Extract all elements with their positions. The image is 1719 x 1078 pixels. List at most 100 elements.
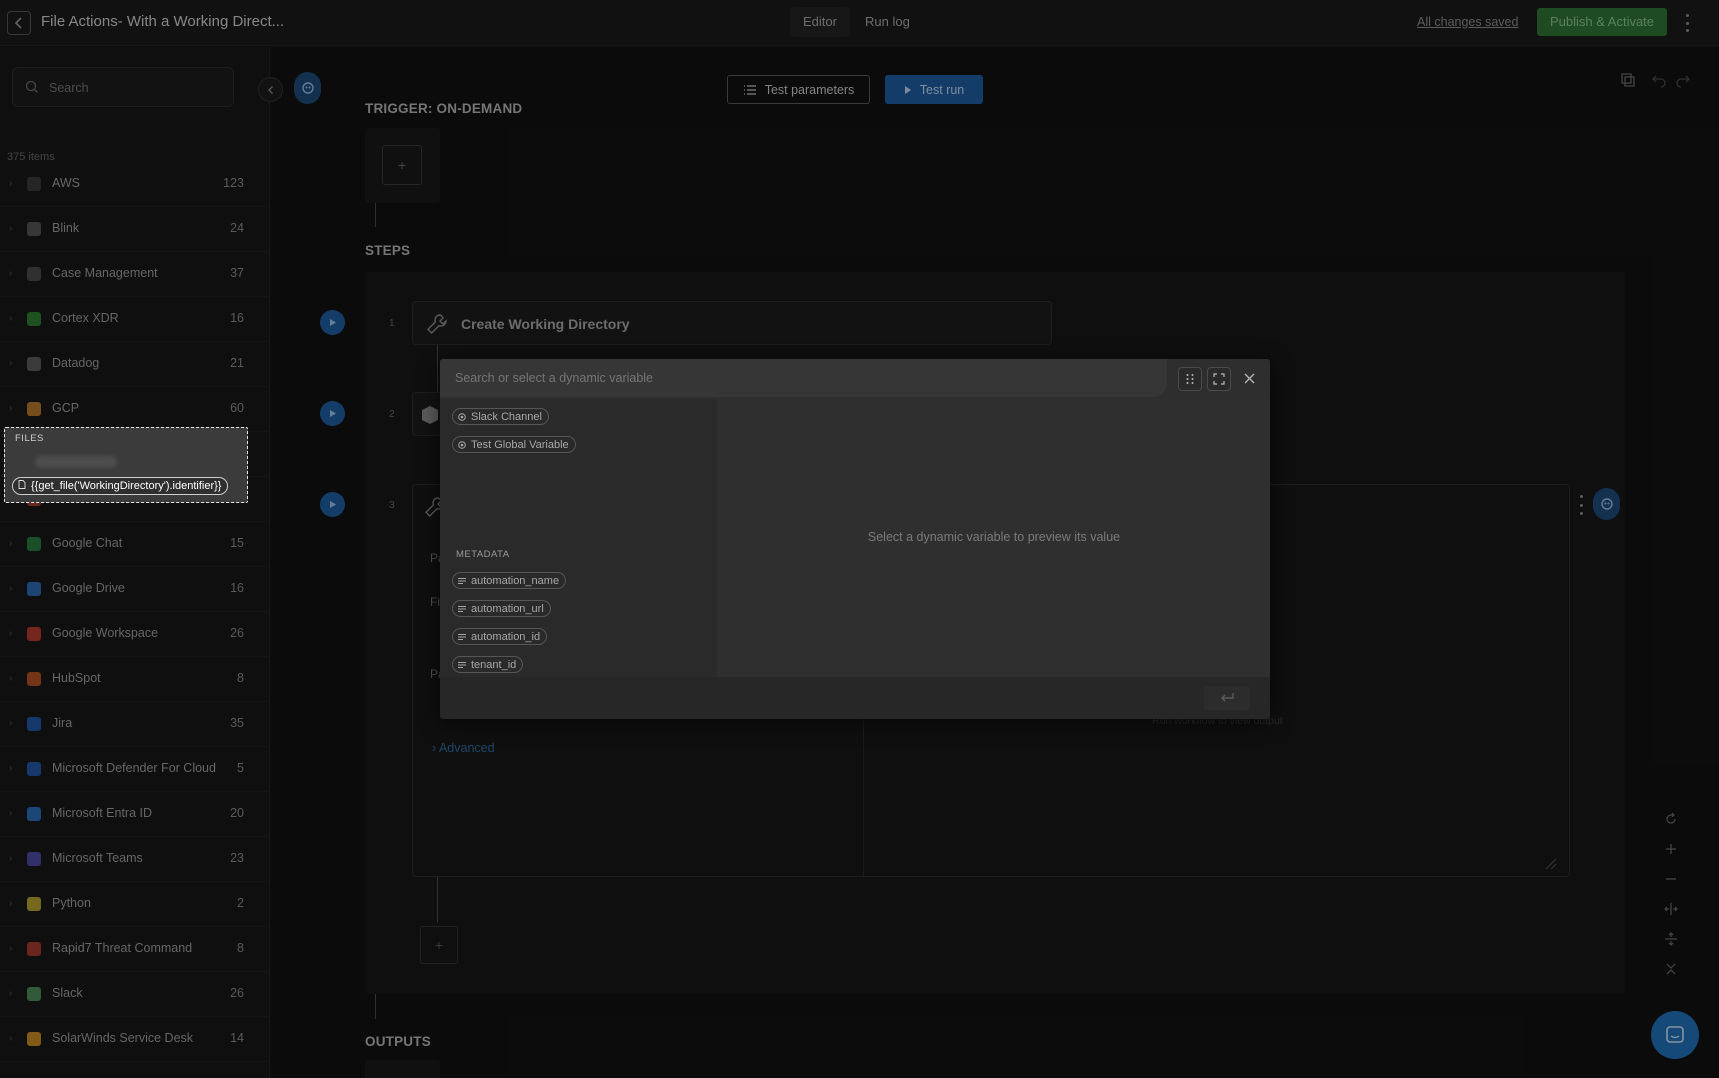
zoom-in-icon[interactable]: [1660, 838, 1682, 860]
more-options-icon[interactable]: [1682, 12, 1692, 34]
variable-label: Slack Channel: [471, 410, 542, 423]
tab-editor[interactable]: Editor: [790, 7, 850, 37]
tab-run-log[interactable]: Run log: [852, 7, 923, 37]
run-step-2-button[interactable]: [320, 401, 345, 426]
chevron-right-icon[interactable]: ›: [9, 673, 12, 684]
chevron-right-icon[interactable]: ›: [9, 583, 12, 594]
chat-icon: [1666, 1026, 1684, 1043]
sidebar-item[interactable]: › Google Drive 16: [0, 567, 270, 612]
sidebar-item[interactable]: › Jira 35: [0, 702, 270, 747]
file-identifier-chip[interactable]: {{get_file('WorkingDirectory').identifie…: [12, 477, 229, 495]
sidebar-item[interactable]: › Microsoft Teams 23: [0, 837, 270, 882]
defender-icon: [27, 762, 41, 776]
zoom-out-icon[interactable]: [1660, 868, 1682, 890]
text-lines-icon: [458, 605, 466, 613]
sidebar-item[interactable]: › Python 2: [0, 882, 270, 927]
collapse-sidebar-button[interactable]: [258, 77, 283, 102]
chevron-right-icon[interactable]: ›: [9, 943, 12, 954]
jira-icon: [27, 717, 41, 731]
sidebar-item[interactable]: › Slack 26: [0, 972, 270, 1017]
run-step-1-button[interactable]: [320, 310, 345, 335]
chevron-right-icon[interactable]: ›: [9, 313, 12, 324]
copy-icon[interactable]: [1617, 69, 1639, 91]
undo-icon[interactable]: [1648, 69, 1670, 91]
chevron-right-icon[interactable]: ›: [9, 358, 12, 369]
chevron-right-icon[interactable]: ›: [9, 988, 12, 999]
chevron-right-icon[interactable]: ›: [9, 898, 12, 909]
chevron-right-icon[interactable]: ›: [9, 853, 12, 864]
collapse-all-icon[interactable]: [1660, 958, 1682, 980]
expand-button[interactable]: [1207, 367, 1231, 391]
sidebar-item-count: 21: [230, 356, 244, 370]
sidebar-item[interactable]: › Microsoft Defender For Cloud 5: [0, 747, 270, 792]
sidebar-item[interactable]: › Google Workspace 26: [0, 612, 270, 657]
sidebar-item[interactable]: › Datadog 21: [0, 342, 270, 387]
integrations-sidebar: 375 items ›AWS123›Blink24›Case Managemen…: [0, 47, 270, 1078]
step-card[interactable]: Create Working Directory: [412, 301, 1052, 345]
chevron-right-icon[interactable]: ›: [9, 538, 12, 549]
sidebar-item-count: 26: [230, 626, 244, 640]
metadata-chip[interactable]: automation_url: [452, 600, 551, 617]
advanced-label: Advanced: [438, 741, 495, 755]
sidebar-item[interactable]: › Cortex XDR 16: [0, 297, 270, 342]
test-parameters-button[interactable]: Test parameters: [727, 75, 870, 104]
search-icon: [25, 80, 38, 93]
run-step-3-button[interactable]: [320, 492, 345, 517]
step-card[interactable]: [412, 392, 442, 436]
chevron-right-icon[interactable]: ›: [9, 178, 12, 189]
close-picker-button[interactable]: [1242, 371, 1256, 385]
metadata-label: automation_name: [471, 574, 560, 587]
sidebar-item[interactable]: › Rapid7 Threat Command 8: [0, 927, 270, 972]
variable-search-input[interactable]: [455, 368, 1145, 388]
grid-view-button[interactable]: [1178, 367, 1202, 391]
test-run-button[interactable]: Test run: [885, 75, 983, 104]
add-trigger-button[interactable]: +: [382, 145, 422, 185]
redo-icon[interactable]: [1672, 69, 1694, 91]
sidebar-item-count: 23: [230, 851, 244, 865]
chevron-right-icon[interactable]: ›: [9, 1033, 12, 1044]
metadata-chip[interactable]: automation_id: [452, 628, 548, 645]
sidebar-item[interactable]: › Case Management 37: [0, 252, 270, 297]
metadata-chip[interactable]: automation_name: [452, 572, 567, 589]
step-more-icon[interactable]: [1578, 495, 1584, 515]
chevron-right-icon[interactable]: ›: [9, 223, 12, 234]
chevron-right-icon[interactable]: ›: [9, 808, 12, 819]
sidebar-item[interactable]: › GCP 60: [0, 387, 270, 432]
play-icon: [329, 410, 336, 417]
publish-activate-button[interactable]: Publish & Activate: [1537, 8, 1667, 36]
reset-view-icon[interactable]: [1660, 808, 1682, 830]
sidebar-item[interactable]: › HubSpot 8: [0, 657, 270, 702]
sidebar-item[interactable]: › Microsoft Entra ID 20: [0, 792, 270, 837]
sidebar-search-input[interactable]: [49, 77, 219, 99]
sidebar-item-count: 60: [230, 401, 244, 415]
metadata-chip[interactable]: tenant_id: [452, 656, 524, 673]
advanced-toggle[interactable]: › Advanced: [432, 741, 495, 755]
sidebar-item[interactable]: › SolarWinds Service Desk 14: [0, 1017, 270, 1062]
sidebar-item[interactable]: › AWS 123: [0, 162, 270, 207]
insert-variable-button[interactable]: [1204, 686, 1250, 710]
sidebar-item[interactable]: › Google Chat 15: [0, 522, 270, 567]
fit-horizontal-icon[interactable]: [1660, 898, 1682, 920]
chevron-right-icon[interactable]: ›: [9, 268, 12, 279]
list-icon: [743, 84, 756, 95]
sidebar-item-count: 14: [230, 1031, 244, 1045]
resize-handle-icon[interactable]: [1545, 858, 1557, 870]
chevron-right-icon[interactable]: ›: [9, 763, 12, 774]
file-identifier-label: {{get_file('WorkingDirectory').identifie…: [31, 480, 222, 492]
add-step-button[interactable]: +: [420, 926, 458, 964]
save-status-link[interactable]: All changes saved: [1417, 15, 1518, 29]
step-number: 3: [389, 500, 395, 511]
ai-assistant-icon[interactable]: [1593, 488, 1620, 520]
chevron-right-icon[interactable]: ›: [9, 718, 12, 729]
chevron-right-icon[interactable]: ›: [9, 403, 12, 414]
variable-chip[interactable]: Test Global Variable: [452, 436, 576, 453]
trigger-box: +: [365, 128, 440, 203]
fit-vertical-icon[interactable]: [1660, 928, 1682, 950]
sidebar-item[interactable]: › Blink 24: [0, 207, 270, 252]
support-chat-button[interactable]: [1651, 1011, 1699, 1059]
wrench-icon: [427, 314, 447, 334]
variable-chip[interactable]: Slack Channel: [452, 408, 549, 425]
back-button[interactable]: [7, 11, 31, 35]
chevron-right-icon[interactable]: ›: [9, 628, 12, 639]
ai-assistant-icon[interactable]: [294, 72, 321, 104]
